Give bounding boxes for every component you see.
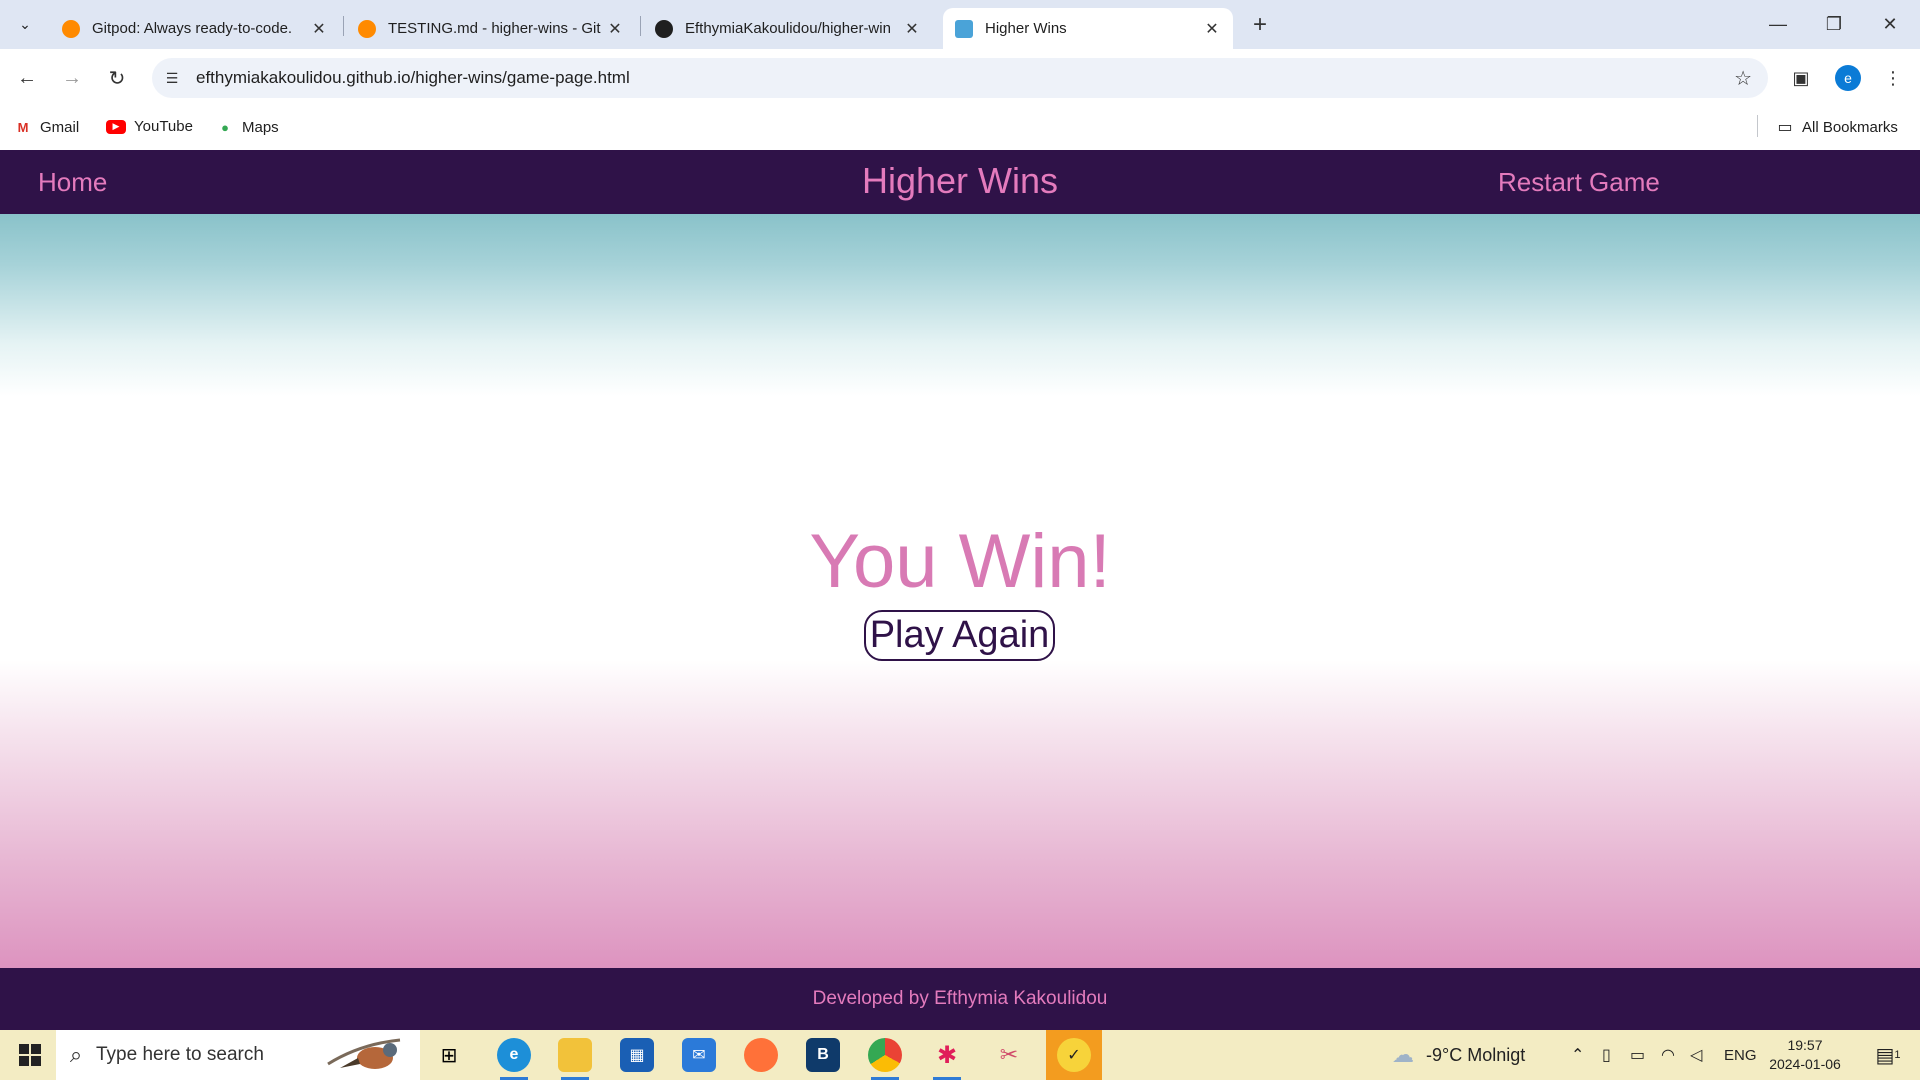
bookmark-star-icon[interactable]: ☆: [1734, 66, 1752, 91]
tab-gitpod[interactable]: Gitpod: Always ready-to-code. ✕: [50, 8, 340, 49]
snipping-tool-icon[interactable]: ✂: [989, 1030, 1029, 1080]
tab-divider: [343, 16, 344, 36]
bookmark-label: Maps: [242, 118, 279, 136]
bookmarks-divider: [1757, 115, 1758, 137]
maps-icon: ●: [221, 119, 229, 135]
windows-taskbar: ⌕ Type here to search ⊞ e ▦ ✉ B ✱ ✂ ✓ ☁ …: [0, 1030, 1920, 1080]
tab-title: Gitpod: Always ready-to-code.: [92, 20, 293, 37]
tab-testing-md[interactable]: TESTING.md - higher-wins - Git ✕: [346, 8, 636, 49]
new-tab-plus-icon[interactable]: +: [1245, 10, 1275, 40]
url-text[interactable]: efthymiakakoulidou.github.io/higher-wins…: [196, 68, 630, 88]
side-panel-icon[interactable]: ▣: [1786, 63, 1816, 93]
file-explorer-icon[interactable]: [555, 1030, 595, 1080]
b-app-icon[interactable]: B: [803, 1030, 843, 1080]
browser-tab-strip: ⌄ Gitpod: Always ready-to-code. ✕ TESTIN…: [0, 0, 1920, 49]
bookmark-label: YouTube: [134, 118, 193, 135]
back-arrow-icon[interactable]: ←: [10, 61, 44, 95]
bookmark-gmail[interactable]: M Gmail: [14, 118, 80, 136]
close-tab-icon[interactable]: ✕: [1203, 19, 1221, 39]
device-icon[interactable]: ▯: [1602, 1030, 1611, 1080]
wifi-icon[interactable]: ◠: [1661, 1030, 1675, 1080]
youtube-icon: ▶: [106, 119, 126, 134]
reload-icon[interactable]: ↻: [100, 61, 134, 95]
tab-title: Higher Wins: [985, 20, 1067, 37]
gitpod-icon: [358, 19, 376, 38]
page-content: Home Higher Wins Restart Game You Win! P…: [0, 150, 1920, 1030]
more-menu-icon[interactable]: ⋮: [1878, 63, 1908, 93]
volume-icon[interactable]: ◁: [1690, 1030, 1702, 1080]
page-icon: [955, 19, 973, 38]
tab-title: EfthymiaKakoulidou/higher-win: [685, 20, 891, 37]
language-indicator[interactable]: ENG: [1724, 1030, 1757, 1080]
address-bar[interactable]: ☰ efthymiakakoulidou.github.io/higher-wi…: [152, 58, 1768, 98]
profile-avatar[interactable]: e: [1833, 63, 1863, 93]
all-bookmarks[interactable]: ▭ All Bookmarks: [1776, 118, 1898, 137]
edge-app-icon[interactable]: e: [494, 1030, 534, 1080]
footer-credit: Developed by Efthymia Kakoulidou: [812, 988, 1108, 1009]
cloud-weather-icon: ☁: [1392, 1042, 1414, 1067]
close-tab-icon[interactable]: ✕: [310, 19, 328, 39]
tab-higher-wins[interactable]: Higher Wins ✕: [943, 8, 1233, 49]
bookmark-maps[interactable]: ● Maps: [216, 118, 279, 136]
clock[interactable]: 19:57 2024-01-06: [1768, 1030, 1842, 1080]
gmail-icon: M: [17, 119, 29, 135]
chevron-up-icon[interactable]: ⌃: [1571, 1030, 1584, 1080]
tab-github[interactable]: EfthymiaKakoulidou/higher-win ✕: [643, 8, 933, 49]
forward-arrow-icon[interactable]: →: [55, 61, 89, 95]
task-view-icon[interactable]: ⊞: [432, 1030, 466, 1080]
search-highlight-bird-image: [327, 1038, 401, 1069]
site-navbar: Home Higher Wins Restart Game: [0, 150, 1920, 214]
site-info-icon[interactable]: ☰: [162, 68, 182, 88]
restore-icon[interactable]: ❐: [1814, 8, 1854, 40]
firefox-app-icon[interactable]: [741, 1030, 781, 1080]
mail-app-icon[interactable]: ✉: [679, 1030, 719, 1080]
tab-search-chevron-icon[interactable]: ⌄: [12, 10, 38, 38]
close-tab-icon[interactable]: ✕: [903, 19, 921, 39]
github-icon: [655, 19, 673, 38]
profile-initial: e: [1835, 65, 1861, 91]
bookmarks-bar: M Gmail ▶ YouTube ● Maps ▭ All Bookmarks: [0, 108, 1920, 150]
gitpod-icon: [62, 19, 80, 38]
windows-start-icon[interactable]: [8, 1030, 52, 1080]
clock-time: 19:57: [1787, 1037, 1823, 1053]
close-tab-icon[interactable]: ✕: [606, 19, 624, 39]
slack-app-icon[interactable]: ✱: [927, 1030, 967, 1080]
clock-date: 2024-01-06: [1769, 1056, 1841, 1072]
close-window-icon[interactable]: ✕: [1870, 8, 1910, 40]
chrome-app-icon[interactable]: [865, 1030, 905, 1080]
play-again-button[interactable]: Play Again: [864, 610, 1055, 661]
battery-icon[interactable]: ▭: [1630, 1030, 1645, 1080]
folder-icon: ▭: [1777, 119, 1793, 136]
all-bookmarks-label: All Bookmarks: [1802, 118, 1898, 136]
result-heading: You Win!: [809, 519, 1111, 604]
weather-text[interactable]: -9°C Molnigt: [1426, 1030, 1525, 1080]
search-placeholder: Type here to search: [96, 1044, 264, 1065]
minimize-icon[interactable]: —: [1758, 8, 1798, 40]
notifications-icon[interactable]: ▤ 1: [1868, 1030, 1908, 1080]
taskbar-search[interactable]: ⌕ Type here to search: [56, 1030, 420, 1080]
tab-title: TESTING.md - higher-wins - Git: [388, 20, 601, 37]
site-footer: Developed by Efthymia Kakoulidou: [0, 968, 1920, 1030]
notification-count: 1: [1894, 1049, 1901, 1061]
tasks-app-icon[interactable]: ✓: [1046, 1030, 1102, 1080]
nav-restart-link[interactable]: Restart Game: [1498, 167, 1660, 198]
search-icon: ⌕: [69, 1042, 83, 1067]
store-app-icon[interactable]: ▦: [617, 1030, 657, 1080]
browser-toolbar: ← → ↻ ☰ efthymiakakoulidou.github.io/hig…: [0, 49, 1920, 108]
tab-divider: [640, 16, 641, 36]
bookmark-youtube[interactable]: ▶ YouTube: [106, 118, 193, 135]
bookmark-label: Gmail: [40, 118, 80, 136]
